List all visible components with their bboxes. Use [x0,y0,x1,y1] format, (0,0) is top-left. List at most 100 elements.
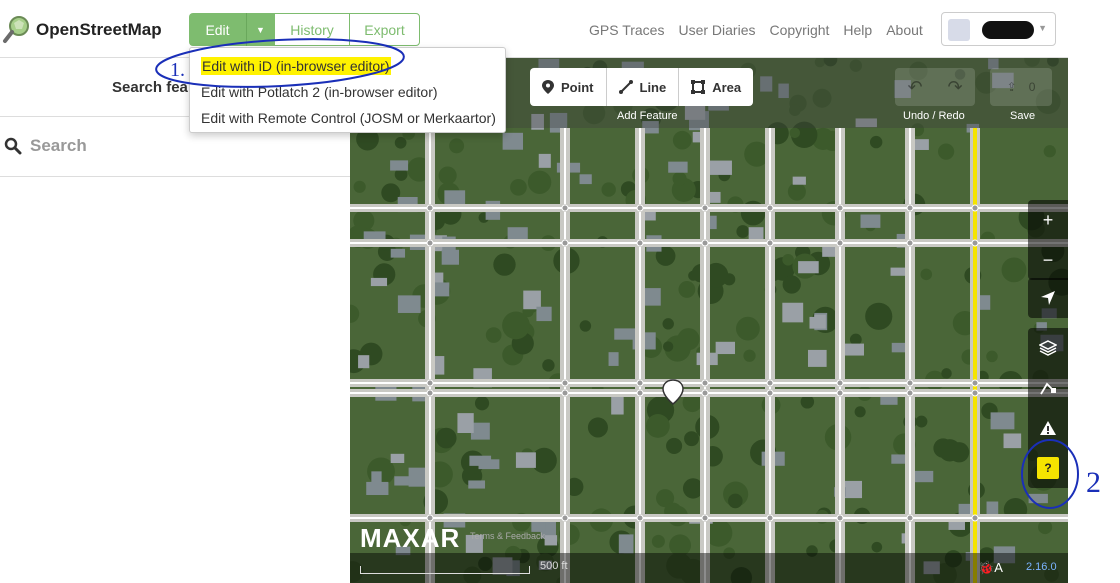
line-icon [618,80,633,94]
translate-icon[interactable]: A [994,560,1003,575]
house [370,277,388,287]
vertex-node [636,514,644,522]
tree [646,414,670,438]
vertex-node [906,514,914,522]
map-pin-icon [542,80,554,94]
export-button[interactable]: Export [349,13,420,46]
nav-user-diaries[interactable]: User Diaries [678,22,755,38]
vertex-node [836,389,844,397]
nav-help[interactable]: Help [843,22,872,38]
vertex-node [766,379,774,387]
vertex-node [971,239,979,247]
house [948,521,965,530]
tree [510,178,527,196]
vertex-node [701,379,709,387]
edit-dropdown-toggle[interactable]: ▼ [246,13,274,46]
vertex-node [636,204,644,212]
tree [869,135,883,149]
geolocate-button[interactable] [1028,278,1068,318]
house [579,174,592,185]
add-point-label: Point [561,79,594,95]
map-data-button[interactable] [1028,368,1068,408]
undo-icon[interactable]: ↶ [895,68,935,106]
vertex-node [701,239,709,247]
scale-bar[interactable] [360,566,530,574]
issues-button[interactable] [1028,408,1068,448]
vertex-node [561,204,569,212]
zoom-in-button[interactable]: + [1028,200,1068,240]
vertex-node [766,239,774,247]
house [397,295,421,313]
redacted-username [982,21,1034,39]
menu-item-edit-with-remote-control[interactable]: Edit with Remote Control (JOSM or Merkaa… [201,110,496,126]
house [1028,493,1048,504]
nav-gps-traces[interactable]: GPS Traces [589,22,664,38]
map-canvas[interactable]: Point Line Area Add Feature ↶ ↷ Undo / R… [350,58,1068,583]
redo-icon[interactable]: ↷ [935,68,975,106]
help-button[interactable]: ? [1028,448,1068,488]
zoom-out-button[interactable]: − [1028,240,1068,280]
tree [672,130,692,150]
house [536,306,552,322]
tree [651,534,665,548]
house [390,453,405,464]
help-icon: ? [1037,457,1059,479]
edit-button[interactable]: Edit [189,13,246,46]
tree [493,253,516,276]
add-line-button[interactable]: Line [607,68,680,106]
tree [1038,520,1053,535]
nav-copyright[interactable]: Copyright [769,22,829,38]
house [358,355,370,369]
nav-about[interactable]: About [886,22,923,38]
house [668,161,688,173]
osm-logo-icon[interactable] [2,14,32,44]
map-data-icon [1040,382,1056,395]
tree [502,311,530,340]
version-label[interactable]: 2.16.0 [1026,561,1057,573]
house [507,227,528,241]
vertex-node [426,514,434,522]
vertex-node [701,204,709,212]
house [643,288,661,306]
add-point-button[interactable]: Point [530,68,607,106]
vertex-node [971,379,979,387]
vertex-node [836,379,844,387]
tree [938,439,961,462]
house [614,328,637,340]
house [782,302,804,323]
user-menu[interactable]: ▼ [941,12,1056,46]
brand-name[interactable]: OpenStreetMap [36,20,162,40]
tree [449,138,465,154]
imagery-brand: MAXAR [360,523,461,553]
add-area-button[interactable]: Area [679,68,753,106]
menu-item-edit-with-id[interactable]: Edit with iD (in-browser editor) [201,57,391,75]
edit-button-group: Edit ▼ History Export [189,13,420,46]
tree [394,136,407,149]
tree [438,166,457,185]
tree [736,316,760,341]
footer-icons: 🐞A [978,560,1003,576]
edit-dropdown-menu: Edit with iD (in-browser editor) Edit wi… [189,47,506,133]
tree [728,493,743,509]
vertex-node [766,514,774,522]
house [468,480,486,489]
terms-feedback-link[interactable]: Terms & Feedback [470,531,545,541]
vertex-node [701,389,709,397]
vertex-node [971,204,979,212]
house [618,534,634,554]
search-input[interactable] [30,133,330,159]
house [457,413,474,434]
house [470,422,490,440]
menu-item-edit-with-potlatch[interactable]: Edit with Potlatch 2 (in-browser editor) [201,84,438,100]
background-layers-button[interactable] [1028,328,1068,368]
tree [865,302,893,330]
history-button[interactable]: History [274,13,349,46]
tree [587,417,608,438]
tree [787,182,806,201]
save-button[interactable]: ⇪ 0 [990,68,1052,106]
house [792,176,806,185]
house [814,314,826,329]
upload-icon: ⇪ [1006,80,1017,94]
page-margin [1068,0,1120,583]
bug-icon[interactable]: 🐞 [978,560,994,575]
